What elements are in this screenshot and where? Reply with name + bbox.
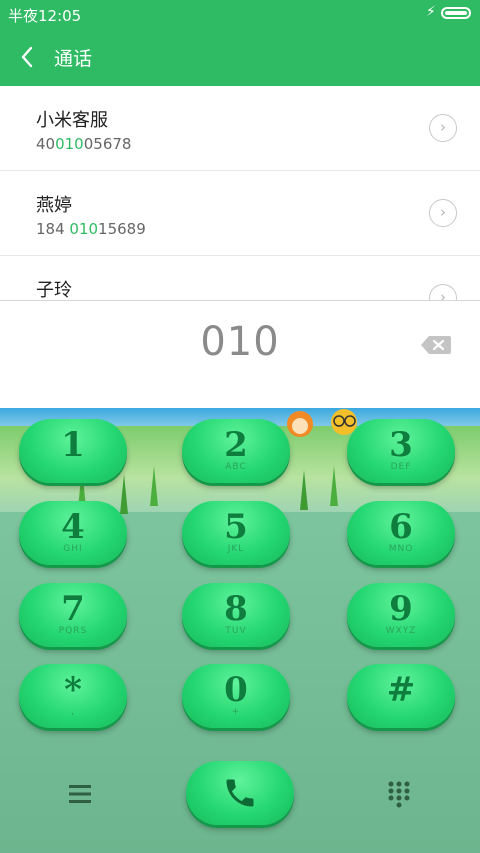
bolt-icon: ⚡ <box>426 4 436 20</box>
contact-detail-button[interactable]: › <box>429 114 457 142</box>
dial-key-9[interactable]: 9 WXYZ <box>347 583 455 647</box>
contact-detail-button[interactable]: › <box>429 284 457 300</box>
contact-name: 燕婷 <box>36 195 72 216</box>
dial-key-3[interactable]: 3 DEF <box>347 419 455 483</box>
dial-key-6[interactable]: 6 MNO <box>347 501 455 565</box>
delete-button[interactable] <box>420 334 452 356</box>
dial-key-star[interactable]: *, <box>19 664 127 728</box>
dial-key-4[interactable]: 4 GHI <box>19 501 127 565</box>
status-bar: 半夜12:05 ⚡ <box>0 0 480 28</box>
list-item[interactable]: 子玲 › <box>0 256 480 300</box>
menu-icon <box>69 785 91 803</box>
back-button[interactable] <box>14 40 44 74</box>
title-bar: 通话 <box>0 28 480 86</box>
list-item[interactable]: 燕婷 184 01015689 › <box>0 171 480 256</box>
dial-key-8[interactable]: 8 TUV <box>182 583 290 647</box>
call-button[interactable] <box>186 761 294 825</box>
dial-input-display: 010 <box>0 300 480 408</box>
dialpad-icon <box>388 781 410 808</box>
contact-name: 小米客服 <box>36 110 108 131</box>
dial-key-0[interactable]: 0 + <box>182 664 290 728</box>
dial-key-1[interactable]: 1 <box>19 419 127 483</box>
battery-icon <box>441 7 471 19</box>
contact-number: 184 01015689 <box>36 220 146 238</box>
dial-key-hash[interactable]: # <box>347 664 455 728</box>
contact-name: 子玲 <box>36 280 72 300</box>
dial-key-5[interactable]: 5 JKL <box>182 501 290 565</box>
menu-button[interactable] <box>66 782 94 806</box>
phone-icon <box>226 779 254 807</box>
contact-detail-button[interactable]: › <box>429 199 457 227</box>
dialpad: 1 2 ABC 3 DEF 4 GHI 5 JKL 6 MNO 7 PQRS 8 TUV 9W… <box>0 408 480 853</box>
chevron-left-icon <box>21 46 33 68</box>
page-title: 通话 <box>54 48 93 70</box>
dial-key-7[interactable]: 7 PQRS <box>19 583 127 647</box>
status-time: 半夜12:05 <box>8 7 82 25</box>
dialed-digits: 010 <box>200 319 280 365</box>
dial-key-2[interactable]: 2 ABC <box>182 419 290 483</box>
contact-result-list: 小米客服 4001005678 › 燕婷 184 01015689 › 子玲 › <box>0 86 480 300</box>
contact-number: 4001005678 <box>36 135 132 153</box>
list-item[interactable]: 小米客服 4001005678 › <box>0 86 480 171</box>
dialpad-toggle-button[interactable] <box>386 780 414 810</box>
backspace-icon <box>421 336 451 354</box>
